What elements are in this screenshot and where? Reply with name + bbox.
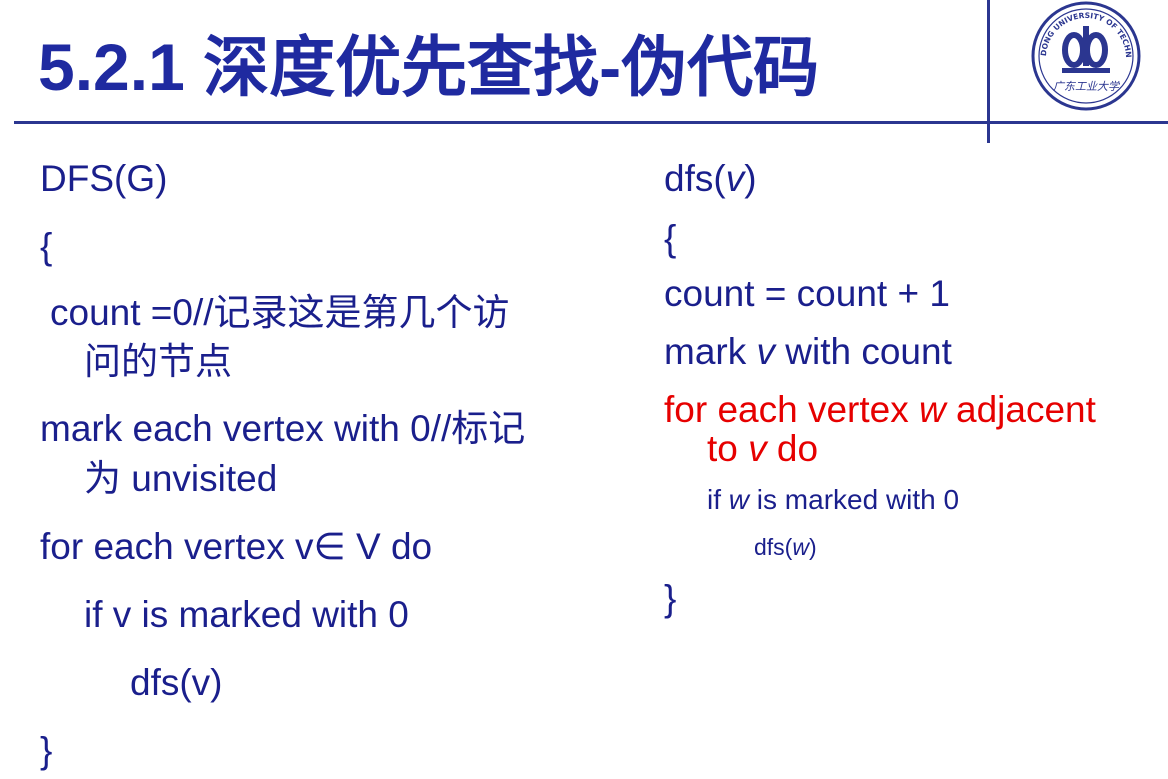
code-line: mark each vertex with 0//标记	[40, 408, 526, 449]
code-line: 问的节点	[84, 341, 232, 382]
seal-cn-text: 广东工业大学	[1053, 80, 1121, 93]
code-line: }	[40, 730, 53, 771]
code-line: {	[664, 218, 677, 259]
code-line: dfs(v)	[664, 158, 757, 199]
code-line: count =0//记录这是第几个访	[50, 292, 510, 333]
logo-divider	[987, 0, 990, 143]
code-line: if w is marked with 0	[707, 484, 960, 515]
code-line: 为 unvisited	[84, 458, 278, 499]
code-line: DFS(G)	[40, 158, 168, 199]
highlighted-code-line: for each vertex w adjacent	[664, 389, 1096, 430]
slide-title: 5.2.1 深度优先查找-伪代码	[38, 30, 820, 104]
code-line: if v is marked with 0	[84, 594, 409, 635]
code-line: for each vertex v∈ V do	[40, 526, 433, 567]
code-line: count = count + 1	[664, 273, 950, 314]
code-line: dfs(w)	[754, 534, 817, 560]
code-line: }	[664, 578, 677, 619]
title-divider	[14, 121, 1168, 124]
university-seal-icon: GUANGDONG UNIVERSITY OF TECHNOLOGY 广东工业大…	[1030, 0, 1141, 111]
code-line: dfs(v)	[130, 662, 223, 703]
code-line: {	[40, 226, 53, 267]
code-line: mark v with count	[664, 331, 952, 372]
highlighted-code-line: to v do	[707, 428, 819, 469]
